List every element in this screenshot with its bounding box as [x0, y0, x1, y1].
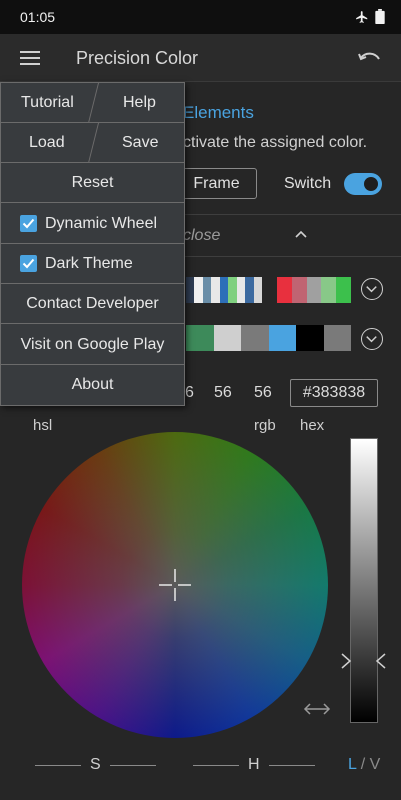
toolbar: Precision Color	[0, 34, 401, 82]
menu-item-dynamic-wheel[interactable]: Dynamic Wheel	[1, 204, 184, 244]
chevron-down-icon[interactable]	[361, 328, 383, 350]
menu-item-tutorial[interactable]: Tutorial	[21, 94, 74, 112]
s-slider-line[interactable]	[110, 765, 156, 766]
separator: /	[360, 756, 366, 773]
menu-item-dark-theme-label: Dark Theme	[45, 255, 133, 272]
checkbox-icon[interactable]	[20, 255, 37, 272]
chevron-up-icon[interactable]	[294, 228, 308, 240]
menu-row-load-save: Load Save	[1, 123, 184, 163]
menu-item-google-play[interactable]: Visit on Google Play	[1, 325, 184, 365]
menu-item-contact-label: Contact Developer	[26, 295, 159, 312]
color-swatch[interactable]	[213, 325, 241, 351]
app-title: Precision Color	[76, 48, 199, 68]
color-swatch[interactable]	[336, 277, 351, 303]
switch-label: Switch	[284, 175, 332, 192]
menu-item-google-play-label: Visit on Google Play	[20, 336, 165, 353]
saturation-label: S	[90, 756, 101, 773]
airplane-icon	[356, 10, 368, 23]
menu-item-help[interactable]: Help	[123, 94, 156, 112]
menu-item-dark-theme[interactable]: Dark Theme	[1, 244, 184, 284]
chevron-down-icon[interactable]	[361, 278, 383, 300]
hue-label: H	[248, 756, 260, 773]
color-swatch[interactable]	[306, 277, 322, 303]
section-title: Elements	[183, 103, 254, 122]
color-swatch[interactable]	[323, 325, 351, 351]
swatch-strip[interactable]	[186, 325, 351, 351]
hex-input[interactable]: #383838	[290, 379, 378, 407]
menu-item-reset-label: Reset	[71, 174, 114, 191]
menu-item-load[interactable]: Load	[29, 134, 65, 152]
swatch-strip[interactable]	[186, 277, 262, 303]
menu-item-contact-developer[interactable]: Contact Developer	[1, 284, 184, 324]
section-description: ctivate the assigned color.	[183, 134, 368, 151]
v-label[interactable]: V	[370, 756, 381, 773]
slider-marker-right-icon[interactable]	[375, 652, 387, 670]
menu-item-dynamic-wheel-label: Dynamic Wheel	[45, 215, 158, 232]
hamburger-menu-icon[interactable]	[14, 44, 46, 72]
hsl-label[interactable]: hsl	[33, 417, 52, 434]
color-swatch[interactable]	[211, 277, 220, 303]
menu-item-reset[interactable]: Reset	[1, 163, 184, 203]
menu-item-about[interactable]: About	[1, 365, 184, 405]
color-swatch[interactable]	[268, 325, 296, 351]
red-value[interactable]: 6	[185, 384, 194, 402]
slider-marker-left-icon[interactable]	[340, 652, 352, 670]
s-slider-line[interactable]	[35, 765, 81, 766]
h-slider-line[interactable]	[269, 765, 315, 766]
divider	[88, 123, 99, 163]
color-swatch[interactable]	[296, 325, 324, 351]
color-swatch[interactable]	[186, 277, 195, 303]
swatch-strip[interactable]	[277, 277, 351, 303]
color-swatch[interactable]	[236, 277, 246, 303]
lightness-value-toggle[interactable]: L / V	[348, 756, 380, 774]
status-icons	[355, 9, 385, 24]
status-bar: 01:05	[0, 0, 401, 34]
color-swatch[interactable]	[291, 277, 307, 303]
rgb-label[interactable]: rgb	[254, 417, 276, 434]
color-swatch[interactable]	[194, 277, 203, 303]
undo-icon[interactable]	[355, 46, 383, 70]
menu-item-save[interactable]: Save	[122, 134, 158, 152]
status-time: 01:05	[20, 9, 56, 25]
color-swatch[interactable]	[253, 277, 262, 303]
close-label[interactable]: close	[183, 227, 220, 245]
color-swatch[interactable]	[241, 325, 269, 351]
color-swatch[interactable]	[321, 277, 337, 303]
menu-item-about-label: About	[71, 376, 114, 393]
checkbox-icon[interactable]	[20, 215, 37, 232]
green-value[interactable]: 56	[214, 384, 232, 402]
h-slider-line[interactable]	[193, 765, 239, 766]
battery-icon	[375, 9, 385, 24]
hex-label[interactable]: hex	[300, 417, 324, 434]
crosshair-icon[interactable]	[158, 568, 192, 602]
overflow-menu: Tutorial Help Load Save Reset Dynamic Wh…	[0, 82, 185, 406]
color-swatch[interactable]	[277, 277, 292, 303]
switch-toggle[interactable]	[344, 173, 382, 195]
l-label[interactable]: L	[348, 756, 356, 773]
frame-button[interactable]: Frame	[176, 168, 257, 199]
color-swatch[interactable]	[202, 277, 212, 303]
blue-value[interactable]: 56	[254, 384, 272, 402]
color-swatch[interactable]	[228, 277, 237, 303]
color-swatch[interactable]	[245, 277, 254, 303]
menu-row-tutorial-help: Tutorial Help	[1, 83, 184, 123]
color-swatch[interactable]	[219, 277, 229, 303]
divider	[88, 83, 99, 123]
value-slider[interactable]	[350, 438, 378, 723]
color-swatch[interactable]	[186, 325, 214, 351]
toggle-knob	[362, 175, 380, 193]
swap-arrows-icon[interactable]	[302, 700, 332, 718]
